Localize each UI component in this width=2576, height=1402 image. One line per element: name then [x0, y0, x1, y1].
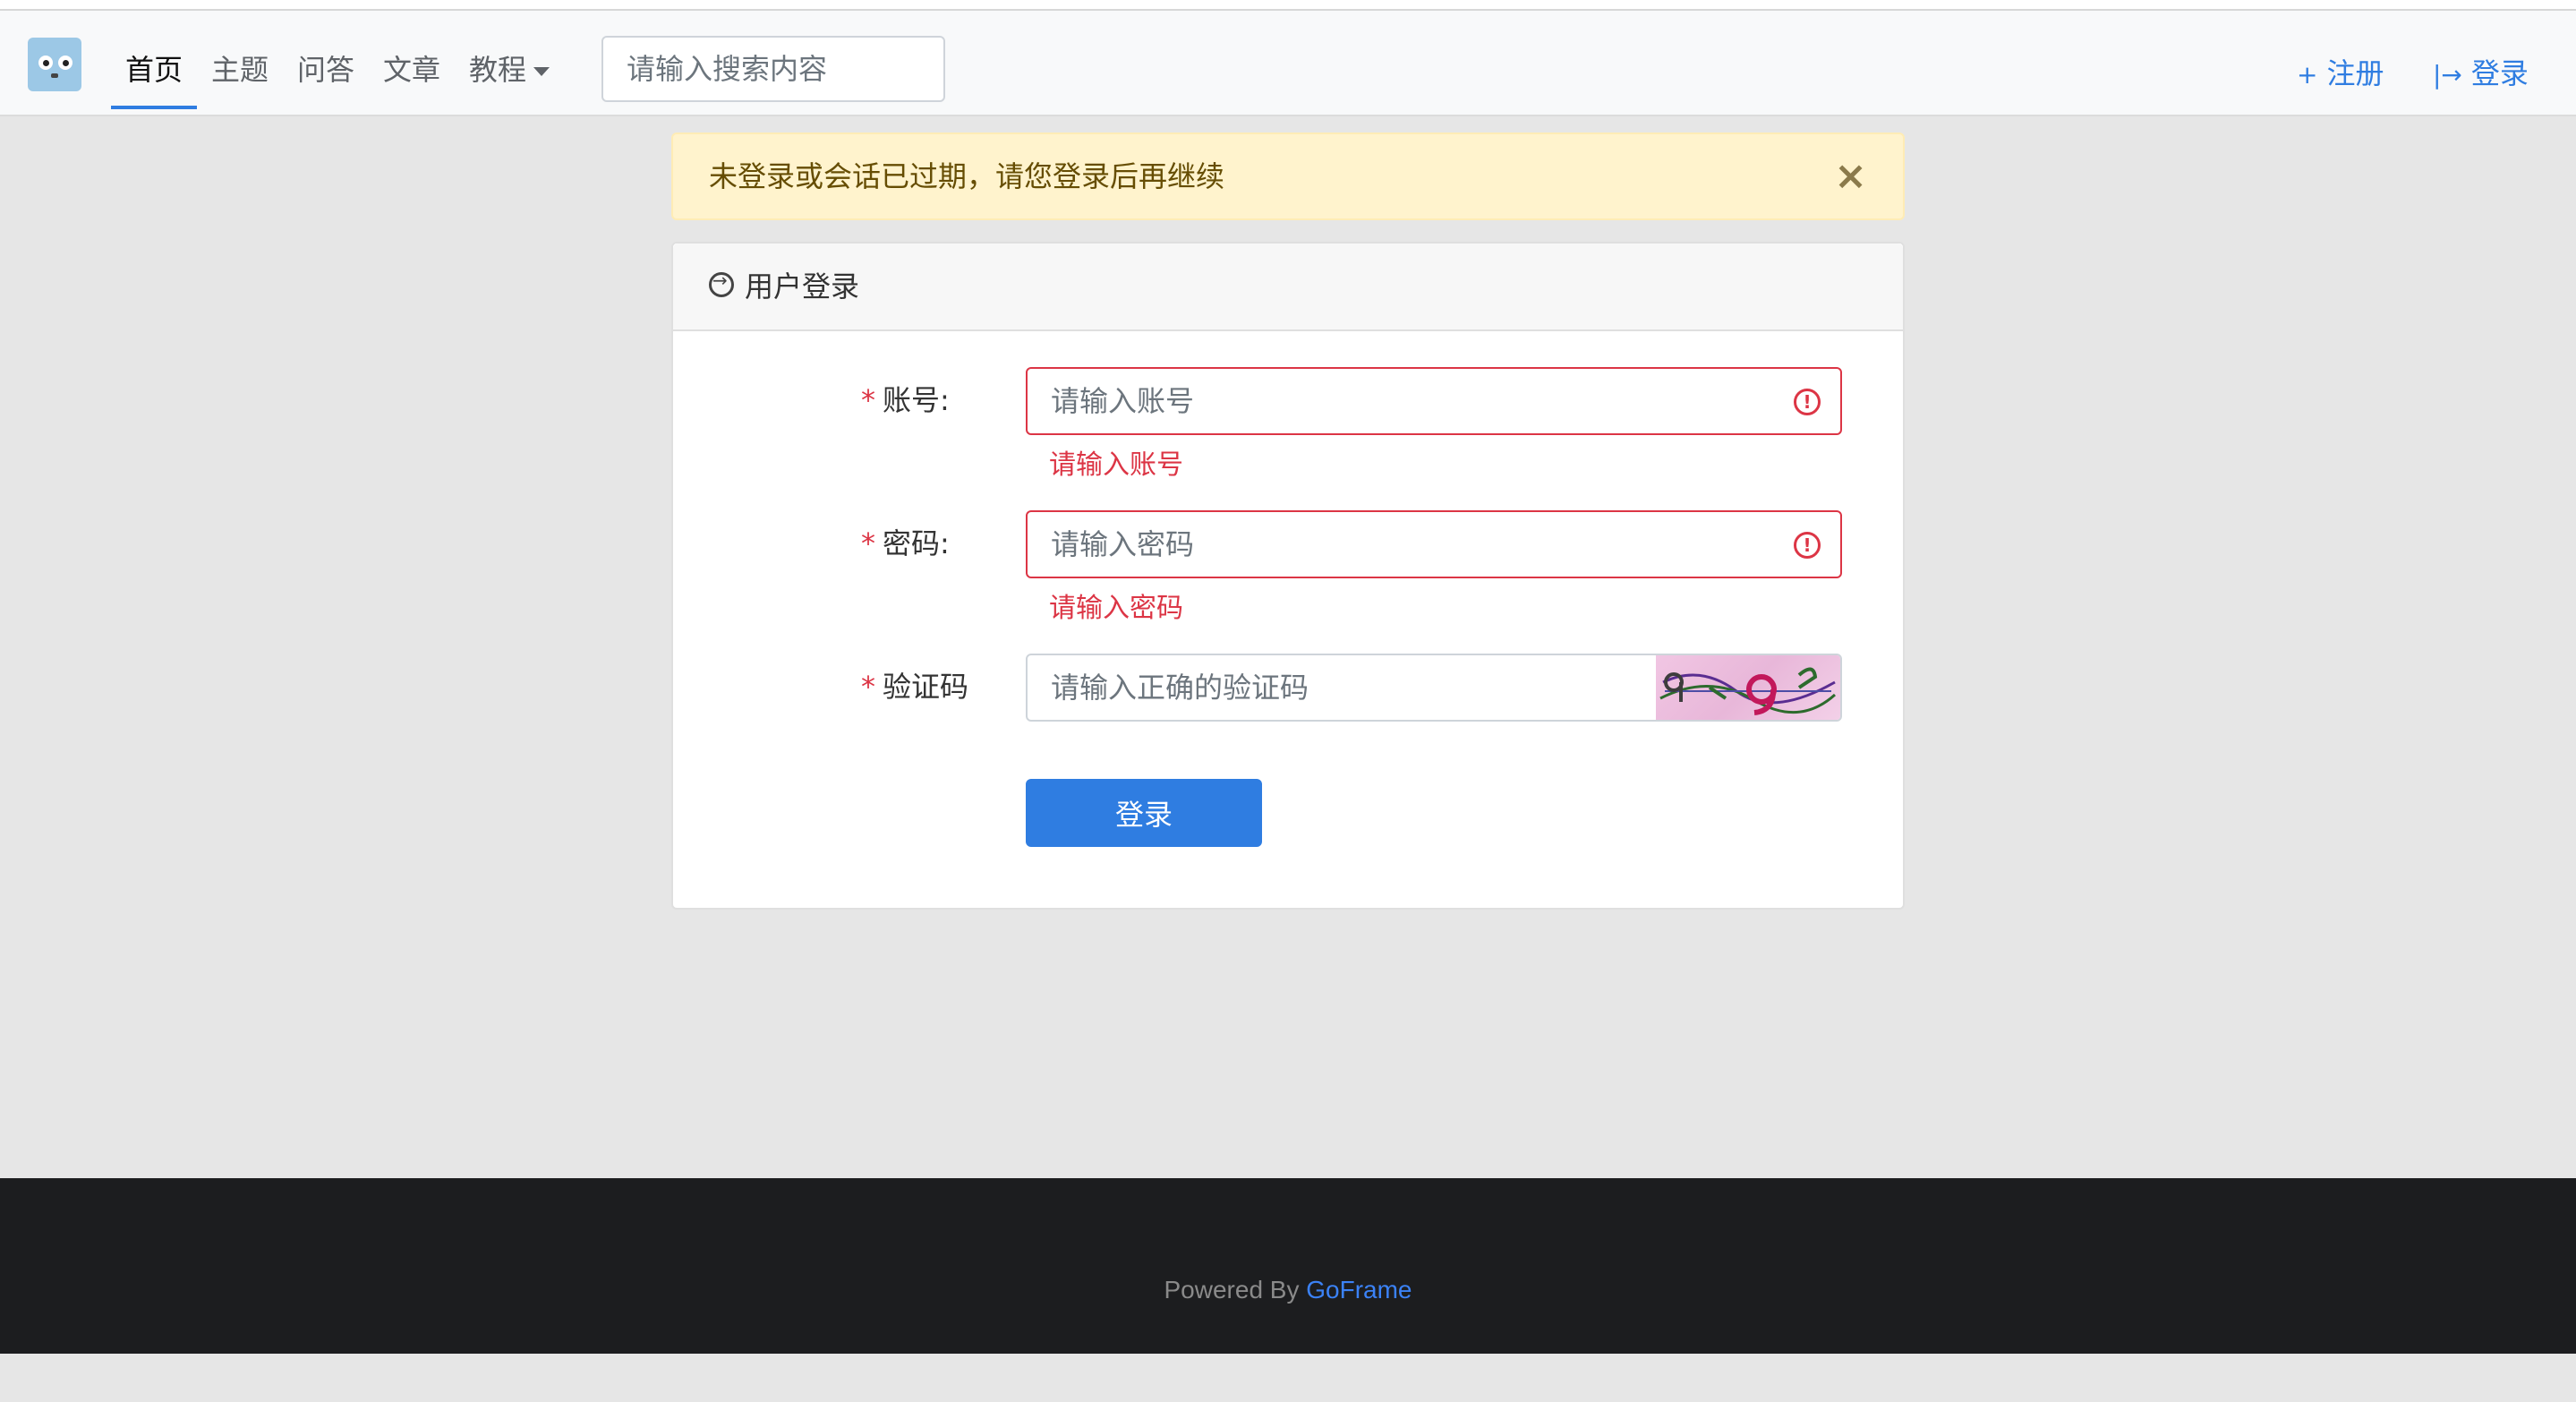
nav-item-qa[interactable]: 问答: [297, 21, 354, 118]
session-expired-alert: 未登录或会话已过期，请您登录后再继续 ×: [671, 133, 1905, 220]
password-label-text: 密码:: [883, 526, 950, 560]
site-logo[interactable]: [28, 38, 81, 91]
error-icon: !: [1794, 532, 1821, 559]
captcha-field: [1026, 654, 1842, 722]
top-navbar: 首页 主题 问答 文章 教程 + 注册 |→ 登录: [0, 11, 2576, 116]
account-label: * 账号:: [861, 378, 1049, 419]
sign-in-icon: |→: [2433, 60, 2462, 90]
login-link[interactable]: |→ 登录: [2433, 21, 2529, 125]
captcha-input[interactable]: [1028, 655, 1654, 720]
close-icon[interactable]: ×: [1834, 134, 1867, 218]
account-error: 请输入账号: [1049, 449, 1183, 481]
account-input[interactable]: [1028, 369, 1840, 433]
goframe-link[interactable]: GoFrame: [1306, 1276, 1412, 1304]
register-link[interactable]: + 注册: [2297, 21, 2384, 125]
account-field: !: [1026, 367, 1842, 435]
logo-mouth: [51, 73, 58, 78]
login-label: 登录: [2470, 56, 2529, 90]
logo-eye-right: [58, 56, 73, 70]
login-card-title: 用户登录: [745, 269, 860, 303]
alert-message: 未登录或会话已过期，请您登录后再继续: [709, 159, 1225, 193]
captcha-image[interactable]: [1656, 655, 1840, 720]
captcha-label-text: 验证码: [883, 670, 969, 704]
active-nav-underline: [111, 106, 197, 109]
nav-item-tutorials[interactable]: 教程: [469, 21, 550, 118]
captcha-label: * 验证码: [861, 664, 1049, 705]
captcha-graphic: [1659, 667, 1837, 715]
password-input[interactable]: [1028, 512, 1840, 577]
top-strip: [0, 0, 2576, 11]
footer: Powered By GoFrame: [0, 1178, 2576, 1354]
nav-item-articles[interactable]: 文章: [383, 21, 440, 118]
powered-by-text: Powered By: [1164, 1276, 1307, 1304]
required-mark: *: [861, 383, 875, 417]
login-card-header: 用户登录: [673, 244, 1903, 331]
login-card: 用户登录 *账号: ! 请输入账号 *密码: ! 请输入密码 *验证码: [671, 242, 1905, 910]
footer-text: Powered By GoFrame: [0, 1178, 2576, 1354]
password-error: 请输入密码: [1049, 593, 1183, 624]
nav-item-tutorials-label: 教程: [469, 53, 527, 87]
account-label-text: 账号:: [883, 383, 950, 417]
required-mark: *: [861, 670, 875, 704]
caret-down-icon: [533, 67, 550, 76]
error-icon: !: [1794, 389, 1821, 415]
password-field: !: [1026, 510, 1842, 578]
required-mark: *: [861, 526, 875, 560]
search-input[interactable]: [601, 36, 945, 102]
logo-eye-left: [38, 56, 53, 70]
password-label: * 密码:: [861, 521, 1049, 562]
login-button[interactable]: 登录: [1026, 779, 1262, 847]
nav-item-topics[interactable]: 主题: [211, 21, 269, 118]
plus-icon: +: [2297, 60, 2318, 90]
register-label: 注册: [2326, 56, 2384, 90]
sign-in-circle-icon: [709, 269, 734, 297]
nav-item-home[interactable]: 首页: [125, 21, 183, 118]
